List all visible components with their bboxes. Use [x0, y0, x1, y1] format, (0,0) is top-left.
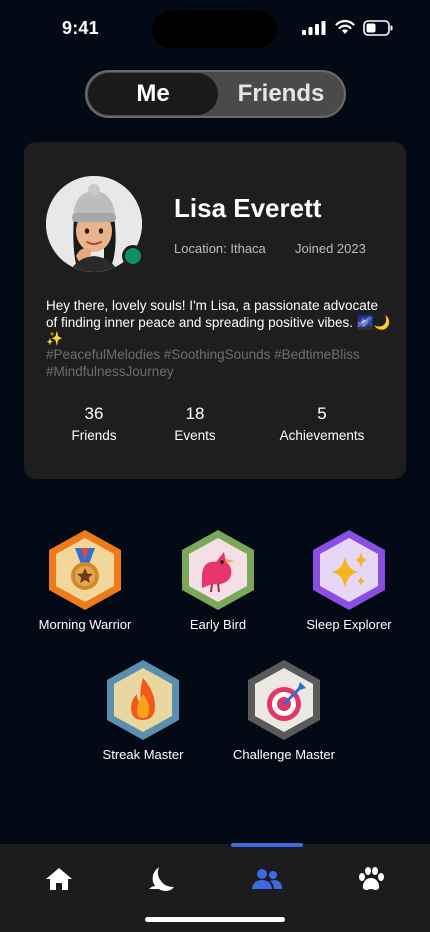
profile-name: Lisa Everett: [174, 193, 322, 223]
signal-icon: [302, 21, 326, 35]
stat-events[interactable]: 18 Events: [147, 404, 243, 443]
people-icon: [252, 869, 282, 889]
badge-sleep-explorer-label: Sleep Explorer: [306, 617, 392, 632]
fire-icon: [107, 660, 179, 740]
home-icon: [46, 868, 72, 890]
nav-active-indicator: [231, 843, 303, 847]
profile-joined: Joined 2023: [295, 241, 366, 256]
status-bar: 9:41: [0, 0, 430, 58]
profile-card: Lisa Everett Location: Ithaca Joined 202…: [24, 142, 406, 479]
tab-me[interactable]: Me: [88, 73, 218, 115]
battery-icon: [363, 20, 393, 36]
badge-early-bird-label: Early Bird: [189, 617, 247, 632]
nav-home[interactable]: [44, 864, 74, 894]
paw-icon: [359, 867, 384, 890]
sparkles-icon: [313, 530, 385, 610]
badge-challenge-master[interactable]: Challenge Master: [219, 658, 349, 762]
stat-events-value: 18: [185, 404, 205, 423]
badge-morning-warrior[interactable]: Morning Warrior: [20, 528, 150, 632]
profile-location: Location: Ithaca: [174, 241, 266, 256]
medal-icon: [49, 530, 121, 610]
home-indicator: [145, 917, 285, 922]
dynamic-island: [152, 11, 277, 48]
online-status-dot: [122, 245, 144, 267]
badge-streak-master-label: Streak Master: [102, 747, 184, 762]
stat-achievements-label: Achievements: [279, 428, 365, 443]
badge-morning-warrior-label: Morning Warrior: [38, 617, 132, 632]
profile-bio: Hey there, lovely souls! I'm Lisa, a pas…: [46, 298, 391, 346]
me-friends-toggle: Me Friends: [85, 70, 346, 118]
badge-streak-master[interactable]: Streak Master: [78, 658, 208, 762]
stat-friends[interactable]: 36 Friends: [46, 404, 142, 443]
bird-icon: [182, 530, 254, 610]
stat-achievements-value: 5: [317, 404, 327, 423]
stat-friends-label: Friends: [71, 428, 117, 443]
stat-events-label: Events: [174, 428, 216, 443]
nav-sleep[interactable]: [146, 864, 176, 894]
badge-early-bird[interactable]: Early Bird: [153, 528, 283, 632]
moon-icon: [149, 867, 174, 891]
nav-pets[interactable]: [356, 864, 386, 894]
profile-hashtags: #PeacefulMelodies #SoothingSounds #Bedti…: [46, 347, 360, 379]
badge-sleep-explorer[interactable]: Sleep Explorer: [284, 528, 414, 632]
wifi-icon: [335, 19, 355, 34]
stat-achievements[interactable]: 5 Achievements: [268, 404, 376, 443]
status-time: 9:41: [62, 18, 99, 38]
stat-friends-value: 36: [84, 404, 104, 423]
target-icon: [248, 660, 320, 740]
tab-friends[interactable]: Friends: [218, 73, 344, 115]
nav-friends[interactable]: [252, 864, 282, 894]
badge-challenge-master-label: Challenge Master: [233, 747, 335, 762]
